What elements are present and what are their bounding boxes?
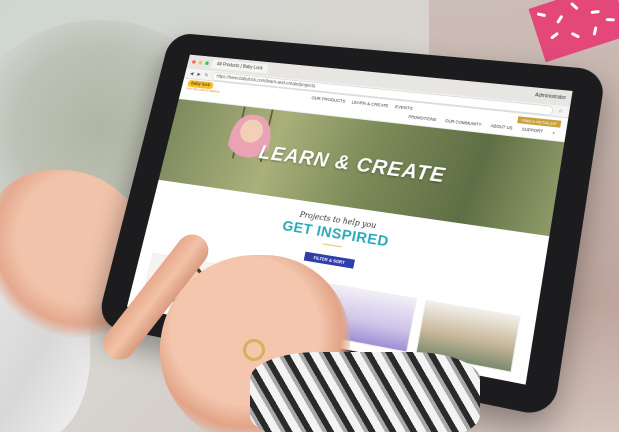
nav-item-events[interactable]: EVENTS [395, 104, 414, 111]
nav-item-products[interactable]: OUR PRODUCTS [311, 95, 346, 103]
filter-sort-button[interactable]: FILTER & SORT [303, 251, 356, 269]
star-icon[interactable]: ☆ [558, 108, 564, 114]
photo-scene: All Products | Baby Lock Administrator ◀… [0, 0, 619, 432]
profile-label[interactable]: Administrator [535, 92, 567, 101]
forward-arrow-icon[interactable]: ▶ [197, 72, 201, 77]
close-dot-icon[interactable] [191, 60, 196, 64]
nav-item-learn[interactable]: LEARN & CREATE [351, 100, 389, 109]
minimize-dot-icon[interactable] [198, 60, 203, 65]
back-arrow-icon[interactable]: ◀ [190, 71, 194, 76]
reload-icon[interactable]: ↻ [204, 72, 209, 78]
search-icon[interactable]: ⌕ [551, 130, 555, 140]
maximize-dot-icon[interactable] [204, 61, 210, 66]
right-sleeve [250, 352, 480, 432]
headline-divider [322, 243, 342, 248]
